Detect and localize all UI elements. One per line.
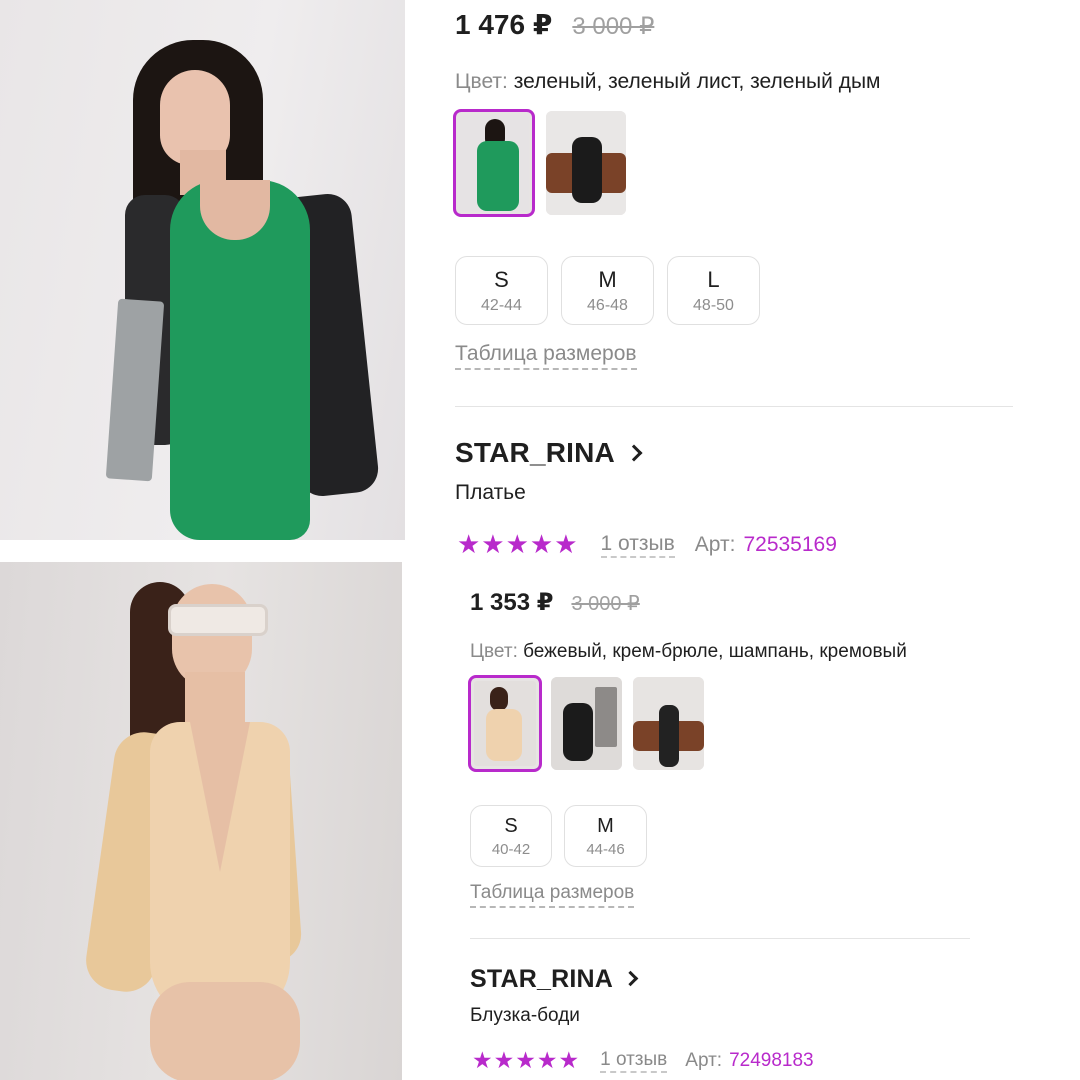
size-range: 44-46 <box>586 841 625 858</box>
product-type: Блузка-боди <box>470 1005 580 1026</box>
old-price: 3 000 ₽ <box>571 593 640 615</box>
size-label: S <box>504 815 518 837</box>
article-number: 72535169 <box>743 532 837 556</box>
product-photo-green-dress[interactable] <box>0 0 405 540</box>
divider <box>470 938 970 939</box>
article-label: Арт: <box>685 1049 723 1071</box>
size-option-m[interactable]: M 46-48 <box>561 256 654 325</box>
color-variant-thumb[interactable] <box>551 677 622 770</box>
brand-name: STAR_RINA <box>470 965 613 993</box>
chevron-right-icon <box>622 970 639 987</box>
size-label: M <box>597 815 614 837</box>
size-option-m[interactable]: M 44-46 <box>564 805 647 867</box>
star-rating-icon: ★★★★★ <box>472 1047 581 1073</box>
reviews-link[interactable]: 1 отзыв <box>600 532 675 558</box>
color-value: бежевый, крем-брюле, шампань, кремовый <box>523 641 907 662</box>
size-table-link[interactable]: Таблица размеров <box>455 342 637 370</box>
article-label: Арт: <box>694 532 736 556</box>
brand-name: STAR_RINA <box>455 437 614 468</box>
color-value: зеленый, зеленый лист, зеленый дым <box>513 70 881 93</box>
chevron-right-icon <box>625 444 643 462</box>
divider <box>455 406 1013 407</box>
size-label: M <box>598 267 617 292</box>
old-price: 3 000 ₽ <box>572 13 655 40</box>
size-range: 40-42 <box>491 841 531 858</box>
size-option-s[interactable]: S 42-44 <box>455 256 548 325</box>
rating-row: ★★★★★ 1 отзыв Арт: 72498183 <box>472 1047 814 1074</box>
article-number: 72498183 <box>729 1049 814 1071</box>
size-label: S <box>494 267 509 292</box>
color-label: Цвет: <box>470 641 518 662</box>
color-label: Цвет: <box>455 70 508 93</box>
color-variant-thumb[interactable] <box>468 675 542 772</box>
color-variant-thumb[interactable] <box>633 677 704 770</box>
size-label: L <box>707 267 720 292</box>
product-type: Платье <box>455 481 526 504</box>
reviews-link[interactable]: 1 отзыв <box>600 1049 668 1073</box>
rating-row: ★★★★★ 1 отзыв Арт: 72535169 <box>457 529 837 560</box>
color-line: Цвет: зеленый, зеленый лист, зеленый дым <box>455 70 881 94</box>
size-option-l[interactable]: L 48-50 <box>667 256 760 325</box>
color-variant-thumb[interactable] <box>546 111 626 215</box>
size-range: 42-44 <box>481 297 522 314</box>
size-range: 46-48 <box>587 297 628 314</box>
color-line: Цвет: бежевый, крем-брюле, шампань, крем… <box>470 641 907 663</box>
brand-link[interactable]: STAR_RINA <box>455 437 643 469</box>
price: 1 476 ₽ <box>455 9 553 40</box>
color-variant-thumb[interactable] <box>453 109 535 217</box>
price: 1 353 ₽ <box>470 589 554 616</box>
star-rating-icon: ★★★★★ <box>457 529 579 559</box>
brand-link[interactable]: STAR_RINA <box>470 965 639 994</box>
size-range: 48-50 <box>693 297 734 314</box>
size-option-s[interactable]: S 40-42 <box>470 805 552 867</box>
size-table-link[interactable]: Таблица размеров <box>470 882 635 908</box>
product-photo-beige-bodysuit[interactable] <box>0 562 402 1080</box>
